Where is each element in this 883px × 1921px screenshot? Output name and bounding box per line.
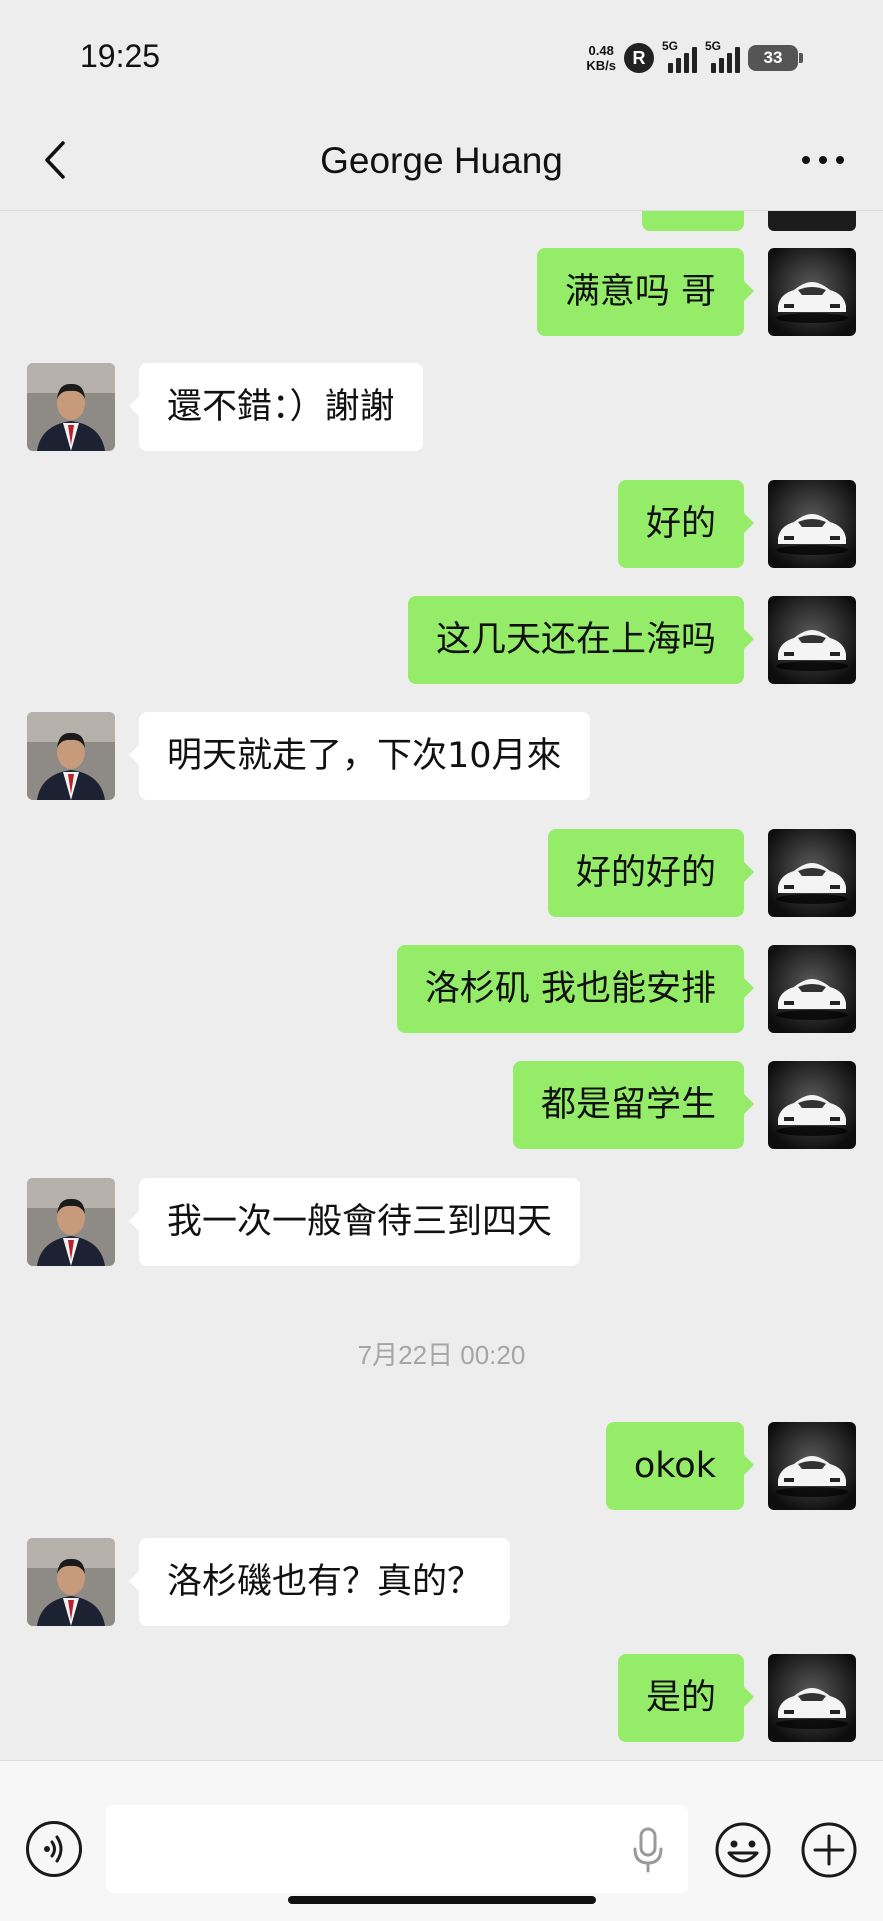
add-icon[interactable] [800,1821,858,1879]
message-row: 都是留学生 [0,1061,883,1151]
message-row: 这几天还在上海吗 [0,596,883,686]
message-row: 還不錯：）謝謝 [0,363,883,453]
my-avatar[interactable] [768,1422,856,1510]
voice-mode-button[interactable] [26,1821,82,1877]
microphone-icon[interactable] [630,1827,666,1873]
message-bubble[interactable]: okok [605,1422,755,1510]
emoji-icon[interactable] [714,1821,772,1879]
car-avatar-image [768,945,856,1033]
signal-sim2-icon: 5G [705,39,740,73]
message-row: 洛杉矶 我也能安排 [0,945,883,1035]
car-avatar-image [768,1654,856,1742]
network-speed: 0.48 KB/s [586,43,616,73]
contact-avatar[interactable] [27,363,115,451]
message-bubble[interactable]: 我一次一般會待三到四天 [128,1178,581,1266]
my-avatar[interactable] [768,480,856,568]
message-bubble[interactable]: 還不錯：）謝謝 [129,363,423,451]
my-avatar[interactable] [768,829,856,917]
network-speed-value: 0.48 [588,43,614,58]
message-bubble[interactable]: 明天就走了，下次10月來 [129,712,590,800]
message-bubble[interactable]: 满意吗 哥 [536,248,755,336]
message-bubble[interactable]: 好的好的 [547,829,755,917]
car-avatar-image [768,596,856,684]
message-bubble[interactable]: 洛杉磯也有？真的？ [128,1538,511,1626]
chat-title: George Huang [320,140,563,181]
car-avatar-image [768,1422,856,1510]
message-bubble[interactable]: 这几天还在上海吗 [407,596,755,684]
message-bubble[interactable]: 都是留学生 [512,1061,755,1149]
status-bar: 19:25 0.48 KB/s R 5G 5G 33 [0,0,883,110]
message-row: 明天就走了，下次10月來 [0,712,883,802]
contact-avatar[interactable] [27,1538,115,1626]
message-list[interactable]: 满意吗 哥 還不錯：）謝謝 好的 这几天还在上海吗 明天就走了，下次10月來 好… [0,211,883,1759]
person-avatar-image [27,712,115,800]
status-time: 19:25 [80,38,161,74]
car-avatar-image [768,480,856,568]
status-icons: 0.48 KB/s R 5G 5G 33 [586,38,803,78]
my-avatar[interactable] [768,1654,856,1742]
my-avatar[interactable] [768,248,856,336]
message-input[interactable] [106,1805,688,1893]
car-avatar-image [768,829,856,917]
contact-avatar[interactable] [27,712,115,800]
my-avatar[interactable] [768,1061,856,1149]
message-timestamp: 7月22日 00:20 [357,1340,526,1370]
partial-message-bubble [642,211,744,231]
message-row: 好的 [0,480,883,570]
message-row: 洛杉磯也有？真的？ [0,1538,883,1628]
network-speed-unit: KB/s [586,58,616,73]
person-avatar-image [27,1178,115,1266]
signal-sim1-icon: 5G [662,39,697,73]
more-button[interactable] [793,135,853,185]
person-avatar-image [27,363,115,451]
sim2-network-label: 5G [705,39,722,53]
roaming-icon: R [624,43,654,73]
car-avatar-image [768,1061,856,1149]
voice-icon [44,1835,63,1863]
message-row: 好的好的 [0,829,883,919]
chat-header: George Huang [0,110,883,211]
message-row: 是的 [0,1654,883,1744]
home-indicator[interactable] [288,1896,596,1904]
more-icon [802,156,844,164]
my-avatar[interactable] [768,945,856,1033]
car-avatar-image [768,248,856,336]
my-avatar[interactable] [768,596,856,684]
message-bubble[interactable]: 好的 [617,480,755,568]
sim1-network-label: 5G [662,39,679,53]
partial-avatar [768,211,856,231]
message-row: 满意吗 哥 [0,248,883,338]
message-row: okok [0,1422,883,1512]
message-bubble[interactable]: 洛杉矶 我也能安排 [396,945,755,1033]
contact-avatar[interactable] [27,1178,115,1266]
message-row: 我一次一般會待三到四天 [0,1178,883,1268]
battery-icon: 33 [748,45,803,71]
message-bubble[interactable]: 是的 [617,1654,755,1742]
person-avatar-image [27,1538,115,1626]
